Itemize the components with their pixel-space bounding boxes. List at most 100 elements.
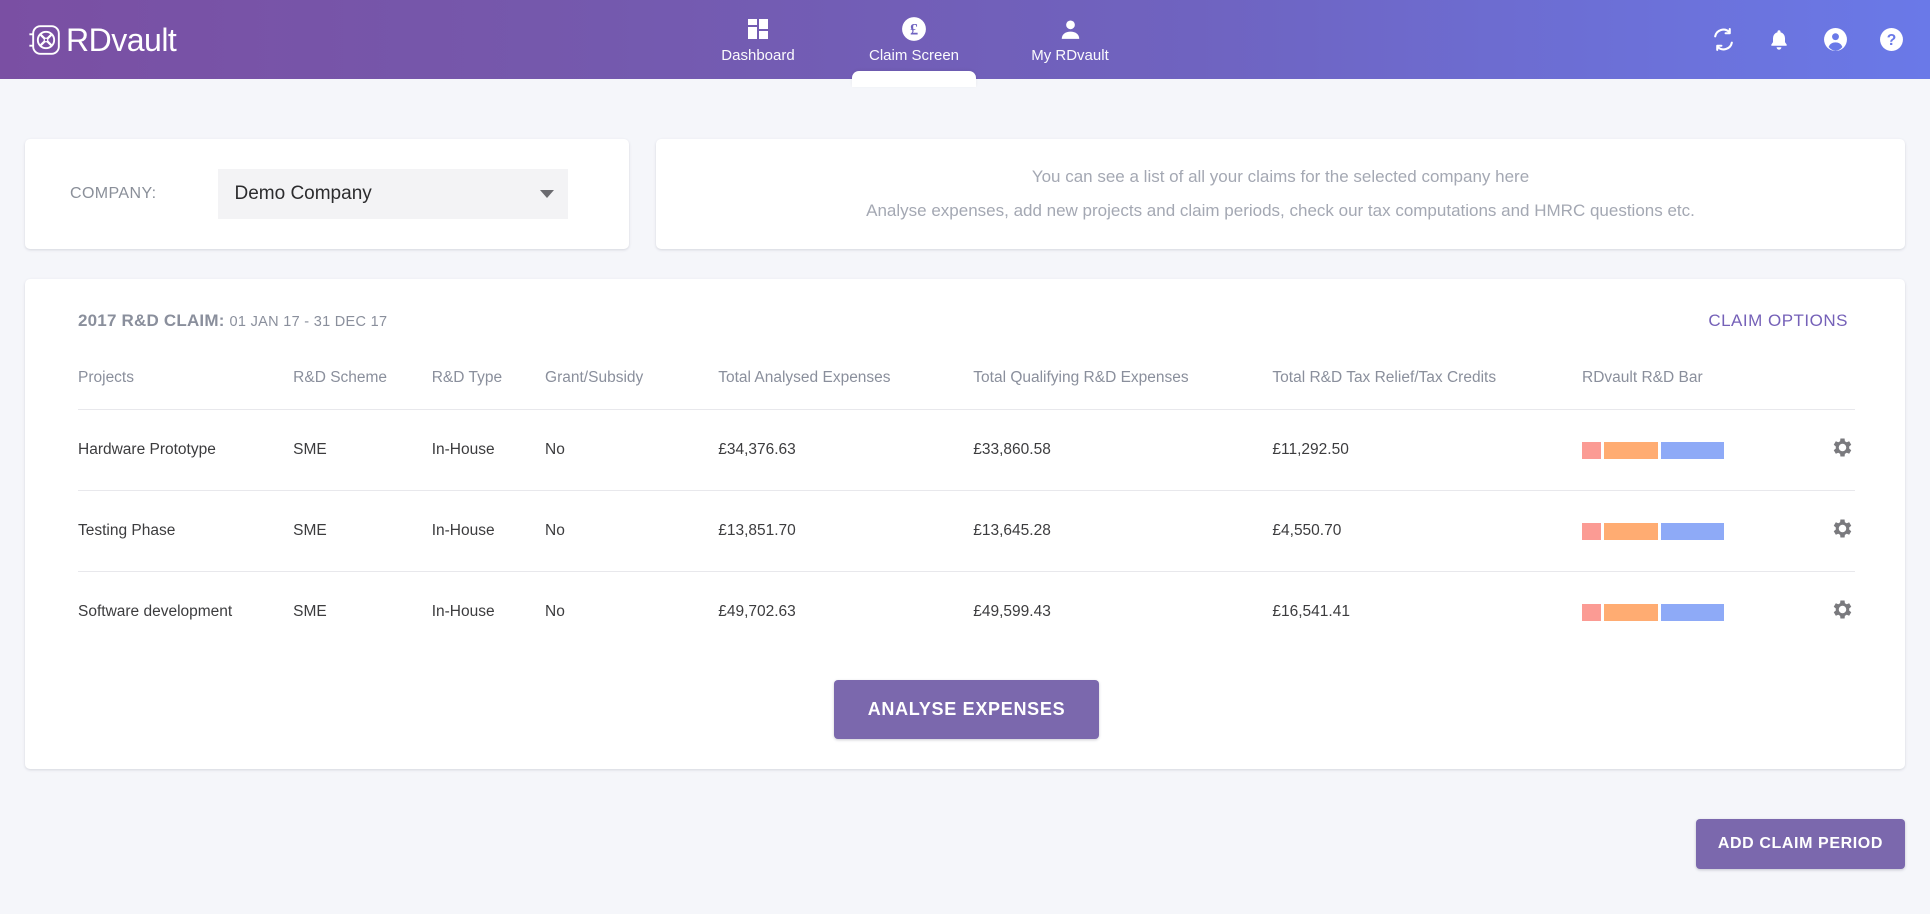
gear-icon[interactable] <box>1830 435 1855 460</box>
cell-scheme: SME <box>293 571 432 652</box>
person-icon <box>1058 15 1083 43</box>
col-analysed: Total Analysed Expenses <box>718 369 891 386</box>
bottom-action-bar: ADD CLAIM PERIOD <box>25 769 1905 869</box>
app-header: RDvault Dashboard £ Claim Screen My RDva… <box>0 0 1930 87</box>
claims-table-head: Projects R&D Scheme R&D Type Grant/Subsi… <box>78 357 1855 410</box>
nav-tab-label: My RDvault <box>1031 47 1109 64</box>
col-projects: Projects <box>78 369 134 386</box>
table-row[interactable]: Hardware Prototype SME In-House No £34,3… <box>78 409 1855 491</box>
cell-scheme: SME <box>293 490 432 572</box>
col-type: R&D Type <box>431 369 503 386</box>
table-row[interactable]: Software development SME In-House No £49… <box>78 571 1855 652</box>
claim-dates: 01 JAN 17 - 31 DEC 17 <box>229 314 388 330</box>
help-circle-icon[interactable]: ? <box>1876 25 1906 55</box>
info-line-1: You can see a list of all your claims fo… <box>1031 167 1530 186</box>
claim-header: 2017 R&D CLAIM: 01 JAN 17 - 31 DEC 17 CL… <box>78 311 1855 357</box>
cell-grant: No <box>545 490 719 572</box>
pound-circle-icon: £ <box>901 15 927 43</box>
company-select-value: Demo Company <box>234 183 372 204</box>
cell-qualifying: £49,599.43 <box>973 571 1273 652</box>
col-scheme: R&D Scheme <box>293 369 388 386</box>
chevron-down-icon <box>540 190 555 198</box>
cell-relief: £16,541.41 <box>1272 571 1583 652</box>
add-claim-period-button[interactable]: ADD CLAIM PERIOD <box>1695 819 1905 869</box>
rd-bar-segment-relief <box>1582 603 1602 621</box>
nav-tab-label: Dashboard <box>721 47 795 64</box>
gear-icon[interactable] <box>1830 597 1855 622</box>
rd-bar-segment-qualifying <box>1604 441 1659 459</box>
cell-analysed: £13,851.70 <box>718 490 974 572</box>
col-qualifying: Total Qualifying R&D Expenses <box>973 369 1189 386</box>
company-selector-card: COMPANY: Demo Company <box>25 139 629 249</box>
claim-period-title: 2017 R&D CLAIM: 01 JAN 17 - 31 DEC 17 <box>78 311 387 331</box>
cell-grant: No <box>545 409 719 491</box>
cell-type: In-House <box>431 490 546 572</box>
cell-project: Testing Phase <box>78 490 294 572</box>
cell-project: Software development <box>78 571 294 652</box>
nav-tab-label: Claim Screen <box>868 47 960 64</box>
cell-relief: £11,292.50 <box>1272 409 1583 491</box>
cell-analysed: £34,376.63 <box>718 409 974 491</box>
rd-bar-segment-relief <box>1582 522 1602 540</box>
rd-bar-segment-analysed <box>1661 441 1725 459</box>
nav-tab-claim-screen[interactable]: £ Claim Screen <box>836 0 992 87</box>
gear-icon[interactable] <box>1830 516 1855 541</box>
cell-relief: £4,550.70 <box>1272 490 1583 572</box>
rd-bar <box>1582 522 1771 540</box>
company-label: COMPANY: <box>70 185 157 202</box>
cell-type: In-House <box>431 571 546 652</box>
main-nav: Dashboard £ Claim Screen My RDvault <box>680 0 1148 87</box>
active-tab-indicator <box>852 71 976 87</box>
svg-text:£: £ <box>910 20 918 38</box>
brand-name: RDvault <box>66 21 177 58</box>
rd-bar <box>1582 603 1771 621</box>
nav-tab-my-rdvault[interactable]: My RDvault <box>992 0 1148 79</box>
page-body: COMPANY: Demo Company You can see a list… <box>0 139 1930 869</box>
rd-bar-segment-analysed <box>1661 603 1725 621</box>
cell-actions <box>1770 571 1855 652</box>
col-relief: Total R&D Tax Relief/Tax Credits <box>1272 369 1497 386</box>
col-grant: Grant/Subsidy <box>545 369 644 386</box>
table-row[interactable]: Testing Phase SME In-House No £13,851.70… <box>78 490 1855 572</box>
claims-table: Projects R&D Scheme R&D Type Grant/Subsi… <box>78 357 1855 652</box>
cell-actions <box>1770 409 1855 491</box>
bell-icon[interactable] <box>1764 25 1794 55</box>
company-select[interactable]: Demo Company <box>218 169 569 219</box>
sync-icon[interactable] <box>1708 25 1738 55</box>
cell-qualifying: £33,860.58 <box>973 409 1273 491</box>
claims-table-body: Hardware Prototype SME In-House No £34,3… <box>78 409 1855 652</box>
col-actions <box>1771 357 1855 410</box>
rd-bar-segment-analysed <box>1661 522 1725 540</box>
rd-bar-segment-qualifying <box>1604 522 1659 540</box>
cell-analysed: £49,702.63 <box>718 571 974 652</box>
vault-icon <box>27 21 65 59</box>
svg-text:?: ? <box>1886 32 1896 49</box>
info-line-2: Analyse expenses, add new projects and c… <box>866 201 1695 220</box>
cell-grant: No <box>545 571 719 652</box>
cell-type: In-House <box>431 409 546 491</box>
cell-rd-bar <box>1582 409 1771 491</box>
brand-logo[interactable]: RDvault <box>27 0 177 79</box>
cell-qualifying: £13,645.28 <box>973 490 1273 572</box>
cell-rd-bar <box>1582 571 1771 652</box>
table-header-row: Projects R&D Scheme R&D Type Grant/Subsi… <box>78 357 1855 410</box>
dashboard-grid-icon <box>746 15 770 43</box>
cell-scheme: SME <box>293 409 432 491</box>
col-rd-bar: RDvault R&D Bar <box>1582 369 1703 386</box>
claim-title-text: 2017 R&D CLAIM: <box>78 311 225 330</box>
claim-options-link[interactable]: CLAIM OPTIONS <box>1708 311 1855 331</box>
analyse-button-row: ANALYSE EXPENSES <box>78 652 1855 739</box>
header-actions: ? <box>1708 0 1906 79</box>
rd-bar-segment-qualifying <box>1604 603 1659 621</box>
account-circle-icon[interactable] <box>1820 25 1850 55</box>
info-panel: You can see a list of all your claims fo… <box>656 139 1905 249</box>
claims-card: 2017 R&D CLAIM: 01 JAN 17 - 31 DEC 17 CL… <box>25 279 1905 769</box>
cell-actions <box>1770 490 1855 572</box>
cell-rd-bar <box>1582 490 1771 572</box>
rd-bar-segment-relief <box>1582 441 1602 459</box>
analyse-expenses-button[interactable]: ANALYSE EXPENSES <box>833 680 1100 739</box>
nav-tab-dashboard[interactable]: Dashboard <box>680 0 836 79</box>
cell-project: Hardware Prototype <box>78 409 294 491</box>
rd-bar <box>1582 441 1771 459</box>
top-row: COMPANY: Demo Company You can see a list… <box>25 139 1905 249</box>
